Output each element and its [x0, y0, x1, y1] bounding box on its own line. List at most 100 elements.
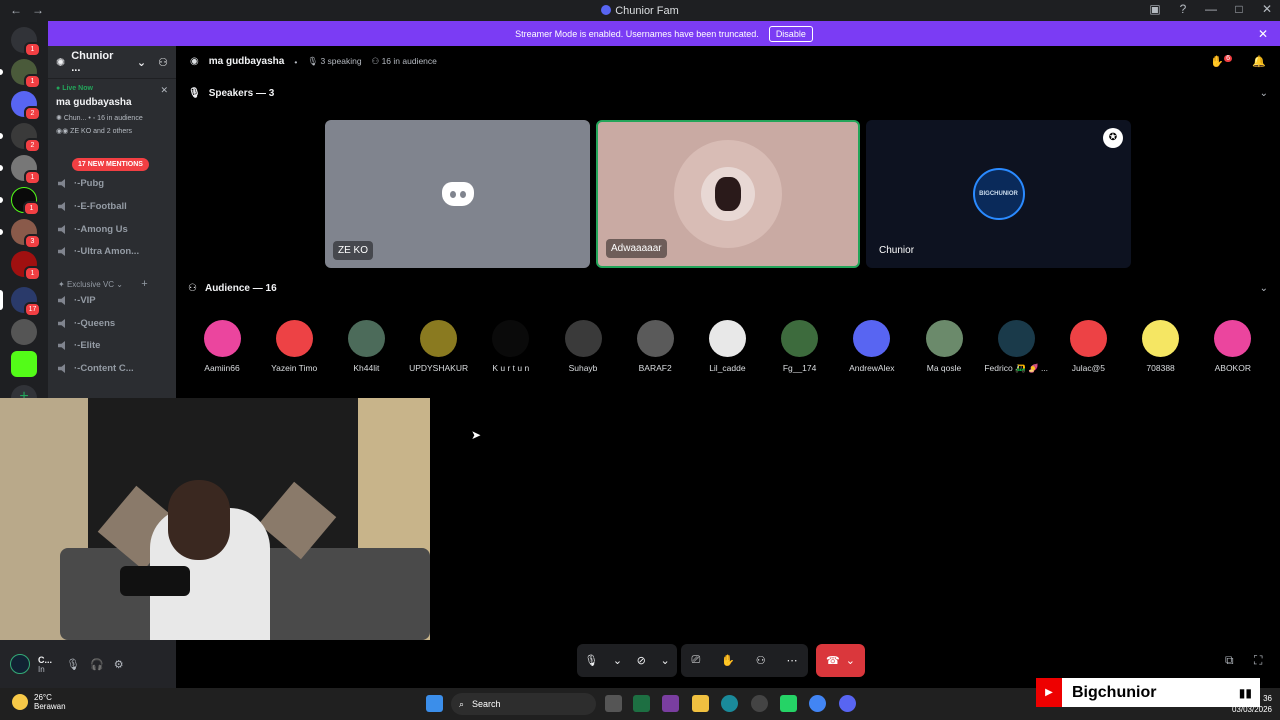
edge-icon[interactable]	[721, 695, 738, 712]
kick-server-icon[interactable]: 1	[11, 187, 40, 216]
disable-button[interactable]: Disable	[768, 25, 813, 42]
file-explorer-icon[interactable]	[692, 695, 709, 712]
close-icon[interactable]: ✕	[1258, 27, 1268, 41]
kick-app-icon[interactable]	[11, 351, 37, 377]
live-stage-card[interactable]: ● Live Now ✕ ma gudbayasha ✺ Chun... • ◦ …	[48, 79, 176, 146]
server-icon[interactable]: 1	[11, 251, 41, 281]
inbox-icon[interactable]: ▣	[1148, 2, 1162, 16]
audience-member[interactable]: 708388	[1125, 320, 1197, 373]
microsoft-365-icon[interactable]	[662, 695, 679, 712]
collapse-speakers-icon[interactable]: ⌄	[1260, 88, 1268, 99]
channel-ultra-among[interactable]: ·-Ultra Amon...	[58, 246, 139, 257]
search-box[interactable]: ⌕ Search	[451, 693, 596, 715]
audience-member[interactable]: Aamiin66	[186, 320, 258, 373]
audience-member[interactable]: Fedrico 🛺 🍠 ...	[980, 320, 1052, 374]
gear-icon[interactable]: ⚙	[114, 658, 124, 671]
start-icon[interactable]	[426, 695, 443, 712]
close-icon[interactable]: ✕	[160, 85, 168, 96]
add-channel-icon[interactable]: +	[141, 278, 147, 290]
app-icon[interactable]	[751, 695, 768, 712]
discord-icon[interactable]	[839, 695, 856, 712]
server-icon[interactable]	[11, 319, 37, 345]
collapse-audience-icon[interactable]: ⌄	[1260, 283, 1268, 294]
audience-member[interactable]: ABOKOR	[1197, 320, 1269, 373]
unread-pill	[0, 69, 3, 75]
audience-member[interactable]: Julac@5	[1052, 320, 1124, 373]
audience-member[interactable]: Kh44lit	[330, 320, 402, 373]
server-icon[interactable]: 2	[11, 91, 41, 121]
fullscreen-icon[interactable]: ⛶	[1254, 653, 1262, 668]
chevron-down-icon[interactable]: ⌄	[137, 56, 146, 69]
home-button[interactable]: 1	[11, 27, 41, 57]
channel-elite[interactable]: ·-Elite	[58, 340, 100, 351]
channel-vip[interactable]: ·-VIP	[58, 295, 96, 306]
audience-member[interactable]: Yazein Timo	[258, 320, 330, 373]
mic-icon[interactable]: 🎙	[66, 658, 80, 671]
stage-controls: ⎚ ✋ ⚇ ⋯	[681, 644, 808, 677]
server-header[interactable]: ✺ Chunior ... ⌄ ⚇	[48, 46, 176, 79]
speaker-icon	[58, 225, 65, 234]
more-icon[interactable]: ⋯	[787, 654, 798, 667]
chrome-icon[interactable]	[809, 695, 826, 712]
speaker-tile[interactable]: ZE KO	[325, 120, 590, 268]
raise-hand-icon[interactable]: ✋	[721, 654, 735, 667]
close-button[interactable]: ✕	[1260, 2, 1274, 16]
new-mentions-pill[interactable]: 17 NEW MENTIONS	[72, 158, 149, 171]
mouse-cursor-icon: ➤	[471, 428, 482, 442]
server-icon-chunior-fam[interactable]: 17	[0, 287, 41, 317]
channel-among-us[interactable]: ·-Among Us	[58, 224, 128, 235]
weather-widget[interactable]: 26°C Berawan	[12, 693, 66, 711]
audience-member[interactable]: K u r t u n	[475, 320, 547, 373]
chevron-down-icon[interactable]: ⌄	[660, 654, 669, 667]
minimize-button[interactable]: —	[1204, 2, 1218, 16]
avatar[interactable]	[10, 654, 30, 674]
maximize-button[interactable]: □	[1232, 2, 1246, 16]
channel-efootball[interactable]: ·-E-Football	[58, 201, 127, 212]
audience-member[interactable]: Ma qosle	[908, 320, 980, 373]
excel-icon[interactable]	[633, 695, 650, 712]
weather-icon	[12, 694, 28, 710]
audience-member[interactable]: Lil_cadde	[691, 320, 763, 373]
server-icon[interactable]: 1	[11, 59, 41, 89]
audience-member[interactable]: BARAF2	[619, 320, 691, 373]
popout-icon[interactable]: ⧉	[1225, 653, 1234, 668]
notifications-icon[interactable]: 🔔	[1252, 55, 1266, 68]
category-exclusive-vc[interactable]: ✦ Exclusive VC ⌄ +	[58, 278, 148, 290]
avatars-icon: ◉◉	[56, 128, 69, 135]
server-icon[interactable]: 3	[11, 219, 41, 249]
server-icon[interactable]: 1	[11, 155, 41, 185]
chevron-down-icon[interactable]: ⌄	[613, 654, 622, 667]
channel-pubg[interactable]: ·-Pubg	[58, 178, 104, 189]
speaker-tile-speaking[interactable]: Adwaaaaar	[596, 120, 860, 268]
banner-text: Streamer Mode is enabled. Usernames have…	[515, 28, 759, 39]
unread-badge: 1	[24, 266, 41, 281]
add-member-icon[interactable]: ⚇	[158, 56, 168, 69]
avatar	[1069, 320, 1107, 357]
headphones-icon[interactable]: 🎧	[90, 658, 104, 671]
audience-member[interactable]: UPDYSHAKUR	[403, 320, 475, 373]
channel-content-c[interactable]: ·-Content C...	[58, 363, 134, 374]
whatsapp-icon[interactable]	[780, 695, 797, 712]
audience-member[interactable]: AndrewAlex	[836, 320, 908, 373]
audience-member[interactable]: Fg__174	[764, 320, 836, 373]
chevron-down-icon[interactable]: ⌄	[846, 654, 855, 667]
avatar	[1142, 320, 1180, 357]
speaker-tile[interactable]: ✪ BIGCHUNIOR Chunior	[866, 120, 1131, 268]
screen-share-icon[interactable]: ⎚	[691, 654, 700, 667]
invite-icon[interactable]: ⚇	[756, 654, 766, 667]
stage-header: ◉ ma gudbayasha • 🎙 3 speaking ⚇ 16 in a…	[190, 56, 437, 67]
task-view-icon[interactable]	[605, 695, 622, 712]
live-stage-name: ma gudbayasha	[56, 97, 132, 108]
leave-call-button[interactable]: ☎ ⌄	[816, 644, 865, 677]
user-panel: C... In 🎙 🎧 ⚙	[0, 640, 176, 688]
channel-queens[interactable]: ·-Queens	[58, 318, 115, 329]
mic-icon[interactable]: 🎙	[584, 654, 598, 667]
speaker-icon	[58, 202, 65, 211]
server-icon[interactable]: 2	[11, 123, 41, 153]
raise-hand-icon[interactable]: ✋ 6	[1210, 55, 1232, 68]
speaking-count: 🎙 3 speaking	[307, 56, 362, 66]
camera-off-icon[interactable]: ⊘	[637, 654, 646, 667]
help-icon[interactable]: ?	[1176, 2, 1190, 16]
audience-member[interactable]: Suhayb	[547, 320, 619, 373]
window-controls: ▣ ? — □ ✕	[1148, 2, 1274, 16]
